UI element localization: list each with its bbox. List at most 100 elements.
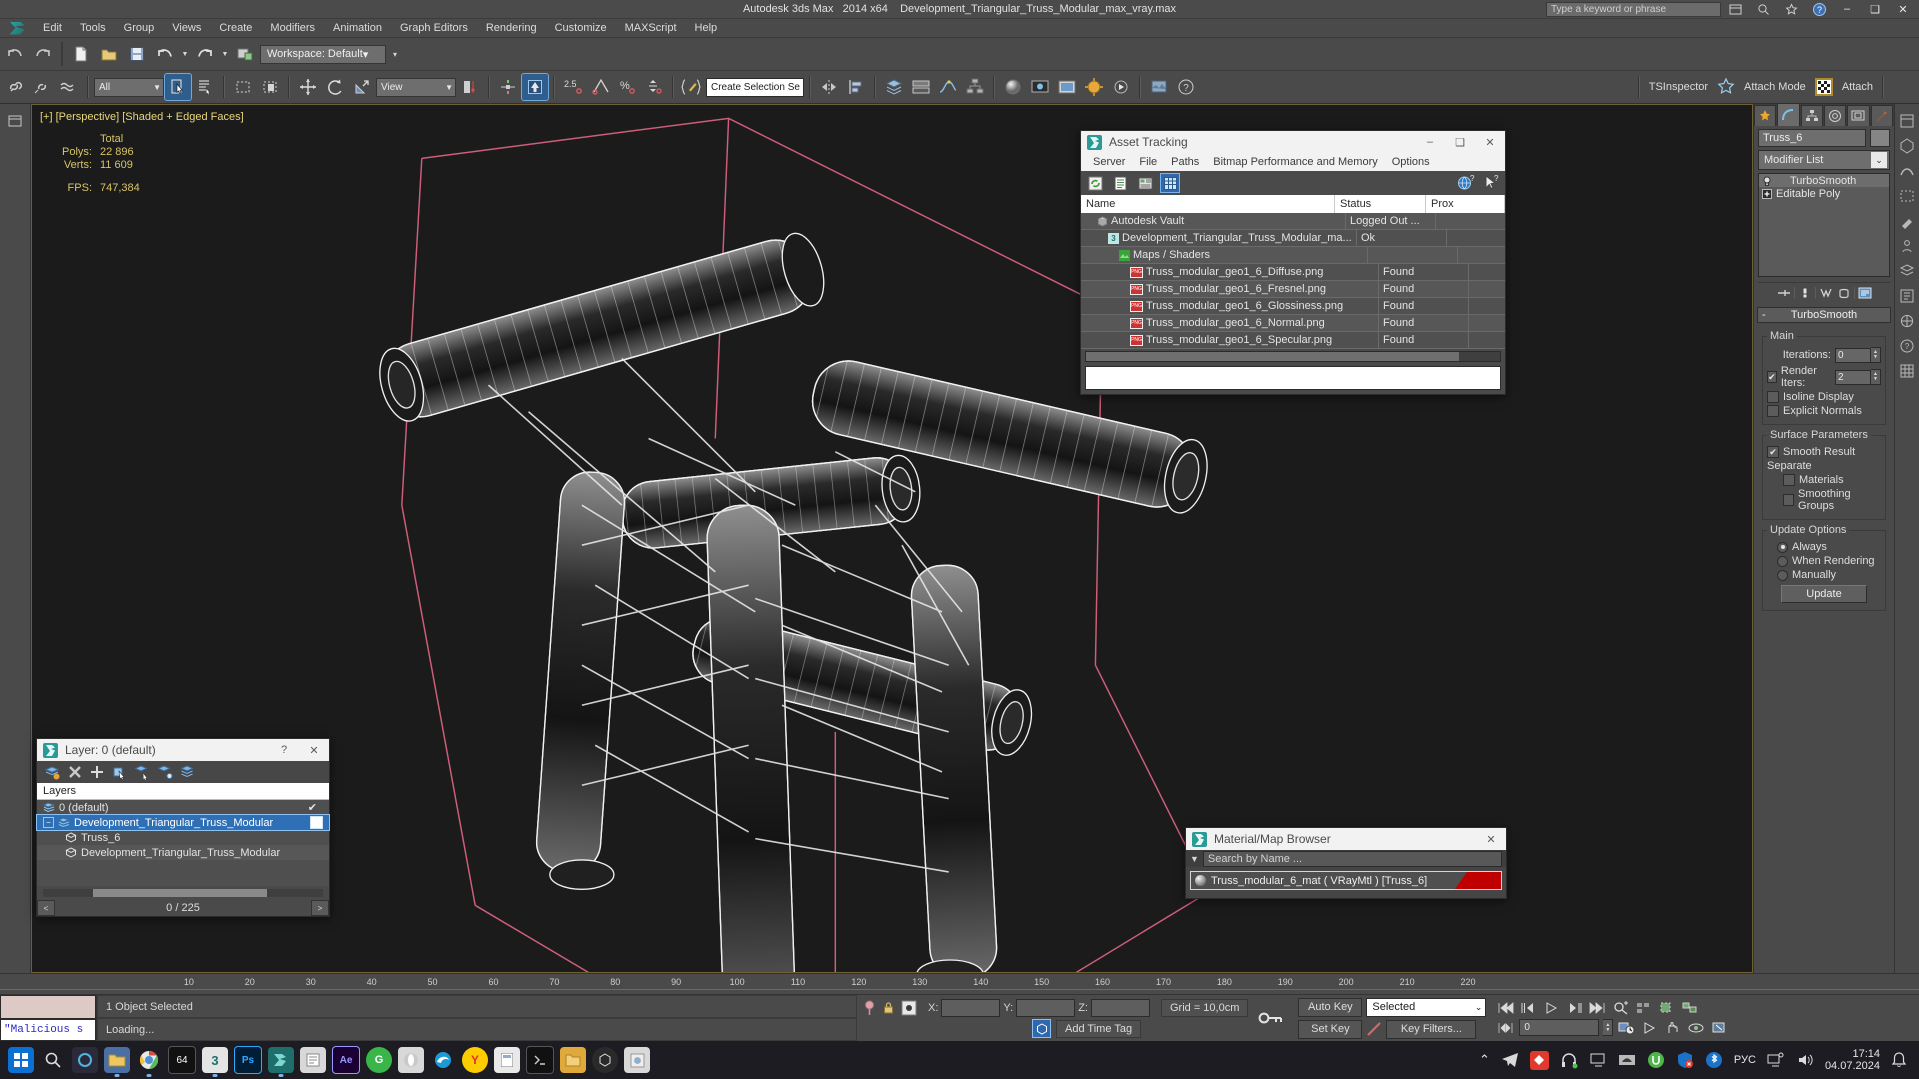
save-file-icon[interactable] (124, 41, 150, 67)
menu-item-maxscript[interactable]: MAXScript (616, 19, 686, 37)
maxscript-output-pane[interactable] (0, 995, 96, 1019)
window-crossing-toggle-icon[interactable] (257, 74, 283, 100)
menu-item-tools[interactable]: Tools (71, 19, 115, 37)
selection-ribbon-icon[interactable] (1898, 187, 1916, 205)
modifier-list-dropdown[interactable]: Modifier List ⌄ (1758, 150, 1890, 170)
freeform-icon[interactable] (1898, 162, 1916, 180)
tab-utilities[interactable] (1870, 105, 1893, 126)
at-menu-server[interactable]: Server (1086, 153, 1132, 171)
zoom-extents-icon[interactable] (1657, 1000, 1676, 1016)
folder-icon[interactable] (560, 1047, 586, 1073)
smooth-result-checkbox[interactable]: ✔ (1767, 446, 1779, 458)
security-tray-icon[interactable] (1676, 1051, 1694, 1069)
table-row[interactable]: PNG Truss_modular_geo1_6_Glossiness.png Fo… (1081, 298, 1505, 315)
material-list-item[interactable]: Truss_modular_6_mat ( VRayMtl ) [Truss_6… (1190, 871, 1502, 890)
asset-tracking-grid[interactable]: Name Status Prox Autodesk Vault Logged Ou… (1081, 195, 1505, 390)
remove-modifier-icon[interactable] (1836, 285, 1852, 301)
render-to-texture-icon[interactable] (1146, 74, 1172, 100)
pin-stack-status-icon[interactable] (863, 1000, 876, 1016)
menu-item-views[interactable]: Views (163, 19, 210, 37)
asset-tracking-maximize[interactable]: ❑ (1445, 131, 1475, 153)
ts-inspector-label[interactable]: TSInspector (1645, 81, 1712, 93)
question-help-icon[interactable]: ? (1173, 74, 1199, 100)
modifier-stack[interactable]: TurboSmooth Editable Poly (1758, 173, 1890, 277)
current-frame-spinner[interactable]: ▲ ▼ (1603, 1019, 1614, 1036)
auto-key-button[interactable]: Auto Key (1298, 997, 1363, 1017)
angle-snap-toggle-icon[interactable] (587, 74, 613, 100)
at-menu-options[interactable]: Options (1385, 153, 1437, 171)
tab-display[interactable] (1847, 105, 1870, 126)
menu-item-edit[interactable]: Edit (34, 19, 71, 37)
menu-item-animation[interactable]: Animation (324, 19, 391, 37)
timeline-ruler[interactable]: 10 20 30 40 50 60 70 80 90 100 110 120 130 140 150 160 1… (0, 973, 1919, 994)
open-file-icon[interactable] (96, 41, 122, 67)
iterations-spin-buttons[interactable]: ▲ ▼ (1871, 347, 1881, 363)
refresh-icon[interactable] (1086, 174, 1104, 192)
isoline-display-checkbox[interactable] (1767, 391, 1779, 403)
create-new-layer-icon[interactable] (45, 765, 60, 780)
chrome-icon[interactable] (136, 1047, 162, 1077)
delete-layer-icon[interactable] (68, 765, 82, 779)
maxscript-input-pane[interactable]: "Malicious s (0, 1018, 96, 1041)
attach-label[interactable]: Attach (1838, 81, 1877, 93)
layer-explorer-title-bar[interactable]: Layer: 0 (default) ? ✕ (37, 739, 329, 761)
zoom-region-icon[interactable] (1611, 1000, 1630, 1016)
favorites-star-icon[interactable] (1777, 1, 1805, 18)
table-row[interactable]: PNG Truss_modular_geo1_6_Diffuse.png Found (1081, 264, 1505, 281)
z-input[interactable] (1090, 998, 1150, 1017)
iterations-spinner[interactable]: ▲▼ (1835, 347, 1881, 363)
pan-hand-icon[interactable] (1663, 1020, 1682, 1036)
named-selection-sets-combo[interactable]: Create Selection Se (706, 77, 804, 97)
layers-rail-icon[interactable] (1898, 262, 1916, 280)
add-time-tag-button[interactable]: Add Time Tag (1056, 1019, 1142, 1038)
time-configuration-icon[interactable] (1617, 1020, 1636, 1036)
grid-rail-icon[interactable] (1898, 362, 1916, 380)
align-icon[interactable] (843, 74, 869, 100)
quick-search-box[interactable]: Type a keyword or phrase (1546, 1, 1721, 17)
mirror-icon[interactable] (816, 74, 842, 100)
globe-help-icon[interactable]: ? (1457, 174, 1475, 192)
asset-tracking-close[interactable]: ✕ (1475, 131, 1505, 153)
render-iters-checkbox[interactable]: ✔ (1767, 371, 1777, 383)
menu-item-graph-editors[interactable]: Graph Editors (391, 19, 477, 37)
curve-editor-icon[interactable] (935, 74, 961, 100)
menu-item-customize[interactable]: Customize (546, 19, 616, 37)
select-and-scale-icon[interactable] (349, 74, 375, 100)
zoom-extents-all-icon[interactable] (1680, 1000, 1699, 1016)
zoom-all-icon[interactable] (1634, 1000, 1653, 1016)
lock-selection-icon[interactable] (882, 1000, 895, 1016)
object-color-swatch[interactable] (1870, 129, 1890, 147)
turbosmooth-rollout-header[interactable]: - TurboSmooth (1757, 307, 1891, 323)
layer-manager-icon[interactable] (881, 74, 907, 100)
opera-icon[interactable] (398, 1047, 424, 1073)
bind-to-space-warp-icon[interactable] (56, 74, 82, 100)
tab-hierarchy[interactable] (1800, 105, 1823, 126)
list-view-icon[interactable] (1111, 174, 1129, 192)
column-header-prox[interactable]: Prox (1426, 195, 1505, 213)
x-input[interactable] (941, 998, 1001, 1017)
photoshop-icon[interactable]: Ps (234, 1046, 262, 1074)
make-unique-icon[interactable] (1818, 285, 1834, 301)
notes-icon[interactable] (300, 1047, 326, 1073)
select-by-name-icon[interactable] (192, 74, 218, 100)
3dsmax-taskbar-icon-2[interactable] (268, 1047, 294, 1077)
help-rail-icon[interactable]: ? (1898, 337, 1916, 355)
materials-checkbox[interactable] (1783, 474, 1795, 486)
pivot-point-center-icon[interactable] (457, 74, 483, 100)
redo-icon[interactable] (192, 41, 218, 67)
unlink-icon[interactable] (29, 74, 55, 100)
tray-expand-chevron-icon[interactable]: ⌃ (1479, 1052, 1490, 1068)
list-item[interactable]: 0 (default) ✔ (37, 800, 329, 815)
configure-modifier-sets-icon[interactable] (1857, 285, 1873, 301)
material-editor-icon[interactable] (1000, 74, 1026, 100)
table-row[interactable]: Autodesk Vault Logged Out ... (1081, 213, 1505, 230)
layer-explorer-help[interactable]: ? (269, 739, 299, 761)
tab-motion[interactable] (1823, 105, 1847, 126)
update-option-manually[interactable]: Manually (1767, 569, 1881, 581)
redo-arrow-icon[interactable] (30, 41, 56, 67)
snap-toggle-icon[interactable]: 2.5 (560, 74, 586, 100)
3dsmax-taskbar-icon-1[interactable]: 3 (202, 1047, 228, 1077)
iterations-input[interactable] (1835, 347, 1871, 363)
taskbar-clock[interactable]: 17:14 04.07.2024 (1825, 1048, 1880, 1072)
column-header-name[interactable]: Name (1081, 195, 1335, 213)
